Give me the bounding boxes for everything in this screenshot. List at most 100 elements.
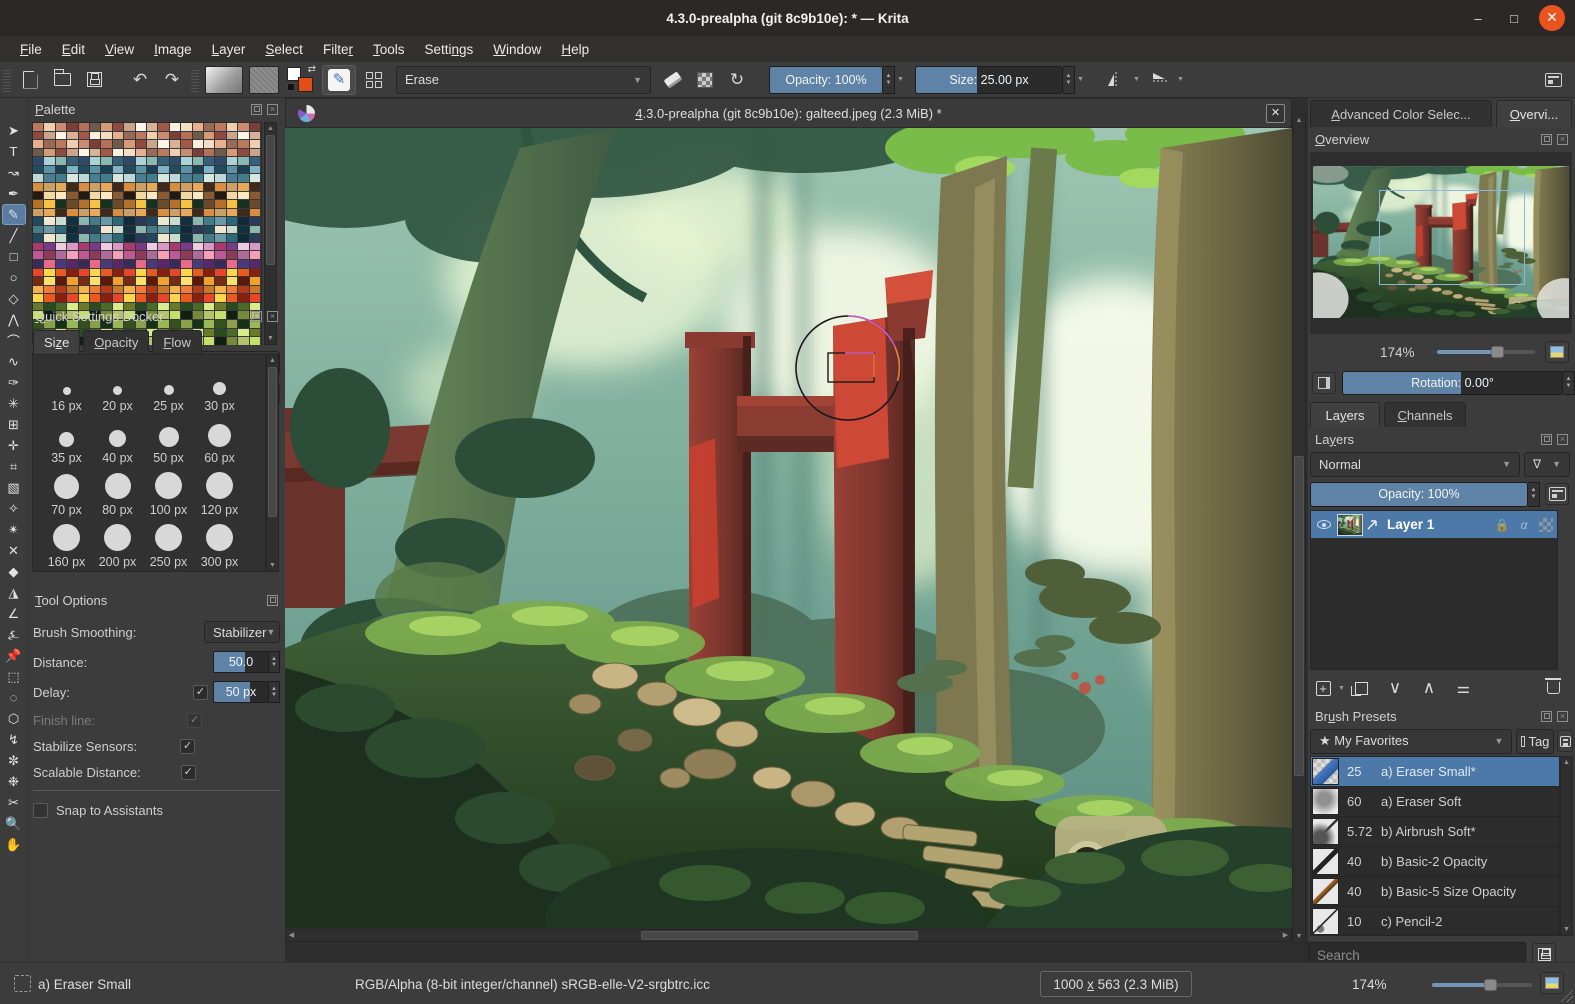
- palette-swatch[interactable]: [78, 182, 90, 192]
- palette-swatch[interactable]: [226, 328, 239, 338]
- palette-swatch[interactable]: [78, 174, 90, 183]
- palette-swatch[interactable]: [55, 225, 68, 235]
- palette-swatch[interactable]: [158, 123, 170, 132]
- palette-swatch[interactable]: [135, 165, 147, 175]
- palette-swatch[interactable]: [67, 165, 79, 175]
- palette-swatch[interactable]: [89, 268, 102, 278]
- palette-swatch[interactable]: [78, 242, 90, 252]
- palette-swatch[interactable]: [67, 268, 79, 278]
- palette-swatch[interactable]: [192, 294, 204, 303]
- float-docker-icon[interactable]: [1541, 710, 1552, 722]
- edit-shapes-tool[interactable]: ↝: [2, 162, 26, 183]
- palette-swatch[interactable]: [89, 242, 102, 252]
- palette-swatch[interactable]: [112, 208, 125, 218]
- open-document-button[interactable]: [48, 66, 76, 94]
- palette-swatch[interactable]: [226, 182, 239, 192]
- palette-swatch[interactable]: [181, 148, 193, 158]
- palette-swatch[interactable]: [135, 268, 147, 278]
- default-colors-swatch[interactable]: [287, 82, 295, 91]
- palette-swatch[interactable]: [44, 242, 56, 252]
- tab-size[interactable]: Si z e: [33, 330, 81, 354]
- palette-swatch[interactable]: [238, 131, 250, 141]
- palette-swatch[interactable]: [135, 225, 147, 235]
- gradient-chooser-button[interactable]: [205, 65, 243, 94]
- palette-swatch[interactable]: [181, 174, 193, 183]
- palette-swatch[interactable]: [215, 217, 227, 226]
- menu-settings[interactable]: Settings: [414, 39, 483, 60]
- palette-swatch[interactable]: [67, 200, 79, 209]
- menu-select[interactable]: Select: [255, 39, 313, 60]
- palette-swatch[interactable]: [215, 234, 227, 243]
- scroll-down-arrow[interactable]: ▼: [1293, 931, 1305, 942]
- palette-swatch[interactable]: [146, 165, 159, 175]
- dynamic-brush-tool[interactable]: ✑: [2, 372, 26, 393]
- select-shapes-tool[interactable]: ➤: [2, 120, 26, 141]
- palette-swatch[interactable]: [192, 208, 204, 218]
- palette-swatch[interactable]: [135, 251, 147, 260]
- float-docker-icon[interactable]: [1541, 433, 1552, 445]
- palette-swatch[interactable]: [112, 182, 125, 192]
- palette-swatch[interactable]: [78, 260, 90, 269]
- palette-swatch[interactable]: [55, 251, 68, 260]
- palette-swatch[interactable]: [158, 182, 170, 192]
- tab-layers[interactable]: Layers: [1310, 402, 1380, 427]
- brush-preset-combobox[interactable]: Erase ▼: [396, 65, 651, 94]
- palette-swatch[interactable]: [101, 140, 113, 149]
- palette-swatch[interactable]: [55, 268, 68, 278]
- overview-zoom-slider[interactable]: [1436, 346, 1535, 358]
- palette-swatch[interactable]: [89, 123, 102, 132]
- palette-swatch[interactable]: [33, 131, 45, 141]
- palette-swatch[interactable]: [33, 208, 45, 218]
- lock-icon[interactable]: 🔒: [1491, 516, 1513, 533]
- zoom-tool[interactable]: 🔍: [2, 813, 26, 834]
- palette-swatch[interactable]: [146, 234, 159, 243]
- palette-swatch[interactable]: [146, 251, 159, 260]
- layer-properties-button[interactable]: [1545, 483, 1569, 505]
- palette-swatch[interactable]: [55, 123, 68, 132]
- palette-swatch[interactable]: [249, 268, 261, 278]
- palette-swatch[interactable]: [78, 225, 90, 235]
- palette-swatch[interactable]: [192, 148, 204, 158]
- palette-swatch[interactable]: [215, 148, 227, 158]
- toolbar-grip[interactable]: [191, 67, 199, 92]
- palette-swatch[interactable]: [215, 191, 227, 201]
- statusbar-zoom-slider[interactable]: [1432, 979, 1532, 991]
- palette-swatch[interactable]: [146, 174, 159, 183]
- layer-filter-button[interactable]: ∇ ▼: [1524, 451, 1570, 477]
- palette-swatch[interactable]: [192, 260, 204, 269]
- palette-swatch[interactable]: [55, 242, 68, 252]
- palette-swatch[interactable]: [226, 148, 239, 158]
- ellipse-select-tool[interactable]: ◌: [2, 687, 26, 708]
- palette-swatch[interactable]: [44, 174, 56, 183]
- palette-swatch[interactable]: [226, 165, 239, 175]
- overview-docker-header[interactable]: Overview ×: [1308, 129, 1575, 150]
- palette-swatch[interactable]: [78, 157, 90, 166]
- palette-swatch[interactable]: [124, 131, 136, 141]
- palette-swatch[interactable]: [181, 208, 193, 218]
- palette-swatch[interactable]: [181, 140, 193, 149]
- palette-swatch[interactable]: [192, 191, 204, 201]
- palette-swatch[interactable]: [238, 148, 250, 158]
- palette-swatch[interactable]: [67, 217, 79, 226]
- save-button[interactable]: [80, 66, 108, 94]
- brush-preset-row[interactable]: 40 b) Basic-2 Opacity: [1311, 847, 1559, 877]
- delay-checkbox[interactable]: ✓: [193, 684, 208, 700]
- palette-swatch[interactable]: [89, 285, 102, 295]
- palette-swatch[interactable]: [215, 285, 227, 295]
- palette-swatch[interactable]: [226, 242, 239, 252]
- palette-swatch[interactable]: [89, 234, 102, 243]
- palette-swatch[interactable]: [146, 268, 159, 278]
- subwindow-titlebar[interactable]: 4.3.0-prealpha (git 8c9b10e): galteed.jp…: [285, 98, 1292, 128]
- magnetic-select-tool[interactable]: ✼: [2, 750, 26, 771]
- overview-thumbnail[interactable]: [1313, 166, 1569, 318]
- layer-row[interactable]: Layer 1 🔒 α: [1311, 511, 1557, 538]
- palette-swatch[interactable]: [192, 268, 204, 278]
- preset-tag-filter-combobox[interactable]: ★ My Favorites ▼: [1310, 728, 1513, 754]
- image-dimensions-button[interactable]: 1000 x 563 (2.3 MiB): [1040, 971, 1192, 997]
- palette-swatch[interactable]: [44, 140, 56, 149]
- palette-swatch[interactable]: [158, 251, 170, 260]
- palette-swatch[interactable]: [203, 294, 216, 303]
- menu-filter[interactable]: Filter: [313, 39, 363, 60]
- palette-swatch[interactable]: [33, 191, 45, 201]
- palette-swatch[interactable]: [203, 191, 216, 201]
